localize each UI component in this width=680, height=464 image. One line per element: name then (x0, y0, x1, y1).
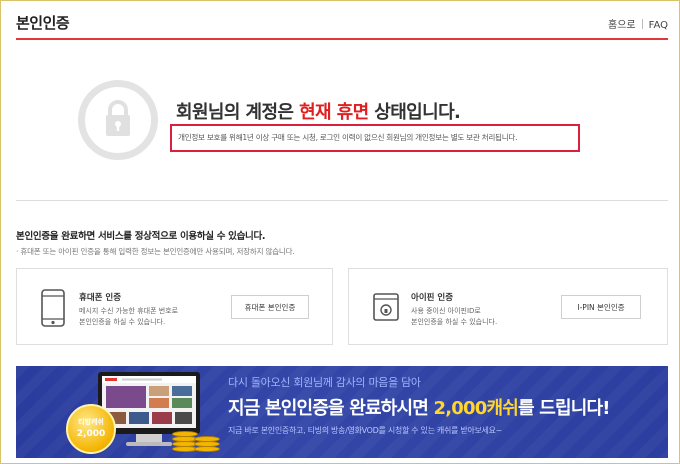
phone-desc-line: 본인인증을 하실 수 있습니다. (79, 318, 166, 326)
ipin-desc-line: 본인인증을 하실 수 있습니다. (411, 318, 498, 326)
ipin-verify-button[interactable]: I-PIN 본인인증 (561, 295, 641, 319)
nav-separator (641, 19, 643, 29)
verification-heading: 본인인증을 완료하면 서비스를 정상적으로 이용하실 수 있습니다. (16, 231, 266, 242)
cash-coin-badge: 티빙캐쉬 2,000 (66, 404, 116, 454)
ipin-lock-icon (373, 289, 399, 327)
dormant-lock-icon (78, 80, 158, 160)
banner-headline-suffix: 를 드립니다! (518, 398, 610, 419)
verification-subtext: · 휴대폰 또는 아이핀 인증을 통해 입력한 정보는 본인인증에만 사용되며,… (16, 247, 295, 256)
header-nav: 홈으로 FAQ (608, 16, 668, 31)
banner-greeting: 다시 돌아오신 회원님께 감사의 마음을 담아 (228, 376, 421, 389)
banner-headline: 지금 본인인증을 완료하시면 2,000캐쉬를 드립니다! (228, 394, 610, 420)
dormant-title-prefix: 회원님의 계정은 (176, 102, 300, 123)
page-title: 본인인증 (16, 14, 70, 32)
phone-verification-card: 휴대폰 인증 메시지 수신 가능한 휴대폰 번호로 본인인증을 하실 수 있습니… (16, 268, 333, 345)
ipin-verification-desc: 사용 중이신 아이핀ID로 본인인증을 하실 수 있습니다. (411, 306, 497, 328)
banner-description: 지금 바로 본인인증하고, 티빙의 방송/영화VOD를 시청할 수 있는 캐쉬를… (228, 426, 503, 435)
monitor-screen (102, 376, 196, 428)
monitor-stand (136, 434, 162, 442)
phone-verify-button[interactable]: 휴대폰 본인인증 (231, 295, 309, 319)
smartphone-icon (41, 289, 65, 331)
section-divider (16, 200, 668, 201)
dormant-notice-text: 개인정보 보호를 위해1년 이상 구매 또는 시청, 로그인 이력이 없으신 회… (178, 133, 518, 142)
monitor-base (126, 442, 172, 446)
phone-verification-title: 휴대폰 인증 (79, 293, 122, 303)
ipin-desc-line: 사용 중이신 아이핀ID로 (411, 307, 481, 315)
cash-badge-amount: 2,000 (76, 429, 106, 439)
dormant-title-highlight: 현재 휴면 (299, 102, 369, 123)
banner-headline-highlight: 2,000캐쉬 (433, 398, 519, 419)
banner-headline-prefix: 지금 본인인증을 완료하시면 (228, 398, 434, 419)
ipin-verification-card: 아이핀 인증 사용 중이신 아이핀ID로 본인인증을 하실 수 있습니다. I-… (348, 268, 668, 345)
cash-badge-label: 티빙캐쉬 (78, 418, 104, 426)
dormant-title-suffix: 상태입니다. (368, 102, 461, 123)
coin-stack-icon (172, 431, 198, 437)
phone-desc-line: 메시지 수신 가능한 휴대폰 번호로 (79, 307, 179, 315)
dormant-status-title: 회원님의 계정은 현재 휴면 상태입니다. (176, 98, 461, 124)
dormant-notice-box: 개인정보 보호를 위해1년 이상 구매 또는 시청, 로그인 이력이 없으신 회… (170, 124, 580, 152)
home-link[interactable]: 홈으로 (608, 20, 636, 31)
page-header: 본인인증 홈으로 FAQ (16, 8, 668, 40)
faq-link[interactable]: FAQ (649, 20, 668, 31)
coin-stack-icon (194, 436, 220, 442)
phone-verification-desc: 메시지 수신 가능한 휴대폰 번호로 본인인증을 하실 수 있습니다. (79, 306, 178, 328)
ipin-verification-title: 아이핀 인증 (411, 293, 454, 303)
cash-reward-banner[interactable]: 티빙캐쉬 2,000 다시 돌아오신 회원님께 감사의 마음을 담아 지금 본인… (16, 366, 668, 458)
